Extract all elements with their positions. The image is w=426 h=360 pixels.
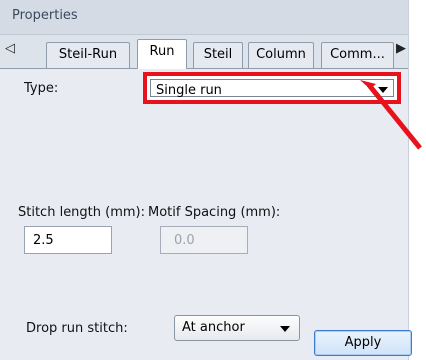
chevron-down-icon[interactable] — [280, 326, 290, 332]
tab-run[interactable]: Run — [137, 39, 187, 69]
type-label: Type: — [24, 81, 59, 96]
drop-run-stitch-value: At anchor — [182, 320, 245, 335]
motif-spacing-label: Motif Spacing (mm): — [148, 205, 281, 220]
tab-strip: ◁ Steil-Run Run Steil Column Comm... ▶ — [0, 35, 408, 69]
stitch-length-input[interactable] — [24, 226, 112, 254]
type-dropdown-value: Single run — [156, 83, 222, 98]
apply-button[interactable]: Apply — [314, 330, 412, 356]
red-arrow-icon — [360, 80, 422, 150]
properties-panel: Properties ◁ Steil-Run Run Steil Column … — [0, 0, 412, 360]
stitch-length-label: Stitch length (mm): — [18, 205, 145, 220]
scroll-left-icon[interactable]: ◁ — [5, 41, 15, 56]
panel-title: Properties — [12, 8, 78, 23]
drop-run-stitch-label: Drop run stitch: — [26, 321, 128, 336]
tab-comm[interactable]: Comm... — [321, 42, 394, 68]
tab-steil[interactable]: Steil — [193, 42, 243, 68]
type-dropdown[interactable]: Single run — [150, 79, 394, 98]
tab-steil-run[interactable]: Steil-Run — [46, 42, 130, 68]
motif-spacing-input — [160, 226, 248, 254]
panel-titlebar: Properties — [0, 0, 408, 35]
scroll-right-icon[interactable]: ▶ — [396, 41, 406, 56]
tab-column[interactable]: Column — [248, 42, 314, 68]
drop-run-stitch-dropdown[interactable]: At anchor — [174, 315, 300, 341]
